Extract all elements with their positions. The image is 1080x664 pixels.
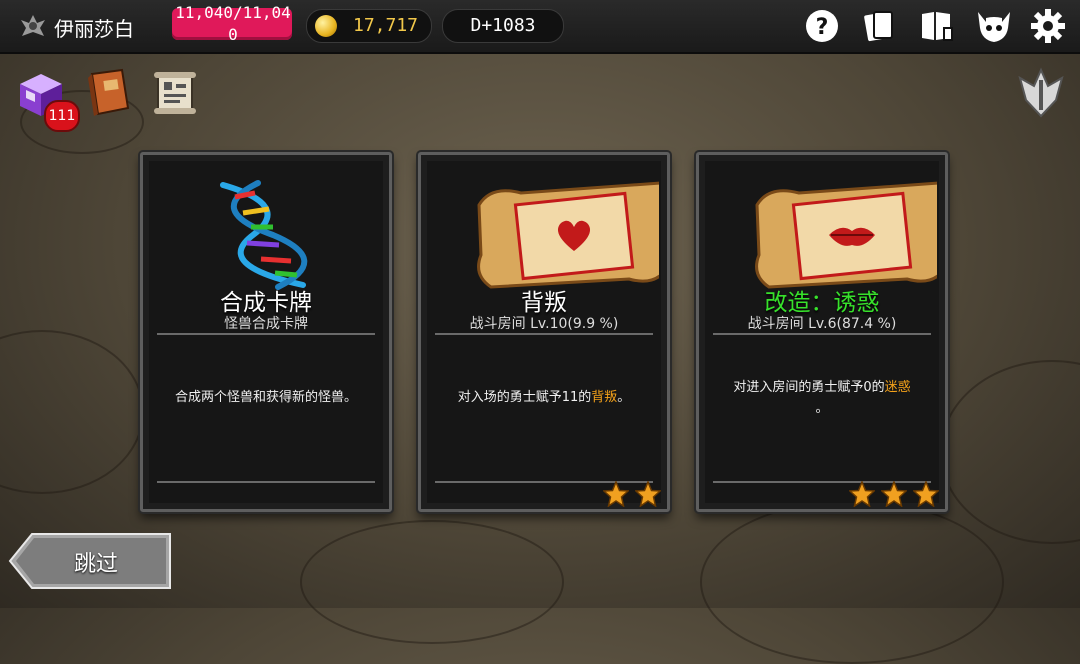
chest-count-badge: 111: [44, 100, 80, 132]
card-description: 对进入房间的勇士赋予0的迷惑。: [733, 380, 911, 416]
card-subtitle: 战斗房间 Lv.6(87.4 %): [747, 316, 897, 332]
card-synthesis[interactable]: 合成卡牌 怪兽合成卡牌 合成两个怪兽和获得新的怪兽。: [140, 152, 392, 512]
player-name: 伊丽莎白: [54, 17, 134, 41]
card-subtitle: 怪兽合成卡牌: [224, 316, 308, 332]
star-icon: [602, 481, 629, 507]
card-description-box: 合成两个怪兽和获得新的怪兽。: [157, 333, 375, 483]
demon-lord-icon: [21, 15, 45, 36]
card-description: 合成两个怪兽和获得新的怪兽。: [174, 390, 357, 405]
gold-value: 17,717: [353, 15, 419, 36]
star-icon: [880, 481, 907, 507]
skip-label: 跳过: [74, 552, 119, 577]
day-counter: D+1083: [442, 9, 564, 43]
demon-icon[interactable]: [976, 8, 1012, 44]
scroll-map-icon[interactable]: [148, 66, 202, 120]
dna-icon: [220, 180, 308, 290]
card-stars: [848, 481, 939, 509]
gold-counter[interactable]: 17,717: [306, 9, 432, 43]
hp-text: 11,040/11,040: [175, 3, 291, 44]
svg-text:?: ?: [816, 15, 829, 40]
spellbook-icon[interactable]: [82, 66, 136, 120]
card-title: 背叛: [521, 290, 567, 316]
heart-scroll-icon: [477, 181, 659, 289]
help-icon[interactable]: ?: [804, 8, 840, 44]
card-seduction-upgrade[interactable]: 改造：诱惑 战斗房间 Lv.6(87.4 %) 对进入房间的勇士赋予0的迷惑。: [696, 152, 948, 512]
card-description: 对入场的勇士赋予11的背叛。: [457, 390, 631, 405]
gear-icon[interactable]: [1030, 8, 1066, 44]
card-title: 改造：诱惑: [764, 290, 880, 316]
lips-scroll-icon: [755, 181, 937, 289]
card-title: 合成卡牌: [220, 290, 312, 316]
card-subtitle: 战斗房间 Lv.10(9.9 %): [469, 316, 619, 332]
card-stars: [602, 481, 661, 509]
emblem-icon[interactable]: [1014, 66, 1068, 120]
card-description-box: 对进入房间的勇士赋予0的迷惑。: [713, 333, 931, 483]
cards-icon[interactable]: [860, 8, 896, 44]
top-bar: 伊丽莎白 11,040/11,040 17,717 D+1083 ?: [0, 0, 1080, 54]
card-betrayal[interactable]: 背叛 战斗房间 Lv.10(9.9 %) 对入场的勇士赋予11的背叛。: [418, 152, 670, 512]
star-icon: [635, 481, 661, 507]
star-icon: [913, 481, 939, 507]
coin-icon: [315, 15, 337, 37]
star-icon: [848, 481, 875, 507]
card-description-box: 对入场的勇士赋予11的背叛。: [435, 333, 653, 483]
book-icon[interactable]: [918, 8, 954, 44]
